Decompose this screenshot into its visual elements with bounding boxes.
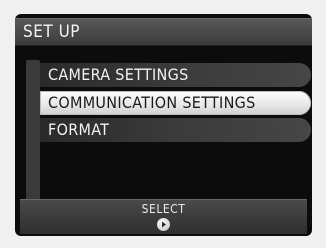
page-title: SET UP [23, 22, 80, 42]
select-hint-label: SELECT [141, 202, 186, 216]
menu-item-format[interactable]: FORMAT [40, 118, 311, 142]
menu-item-label: CAMERA SETTINGS [48, 65, 189, 84]
setup-menu: CAMERA SETTINGS COMMUNICATION SETTINGS F… [20, 52, 311, 200]
camera-lcd-screen: SET UP CAMERA SETTINGS COMMUNICATION SET… [15, 14, 312, 236]
menu-item-communication-settings[interactable]: COMMUNICATION SETTINGS [40, 91, 311, 115]
title-bar: SET UP [15, 18, 312, 46]
menu-rail [26, 60, 40, 200]
footer-bar: SELECT [20, 199, 307, 234]
menu-item-label: COMMUNICATION SETTINGS [48, 93, 256, 112]
menu-item-camera-settings[interactable]: CAMERA SETTINGS [40, 63, 311, 87]
right-arrow-dial-icon [157, 218, 170, 231]
menu-item-label: FORMAT [48, 120, 110, 139]
